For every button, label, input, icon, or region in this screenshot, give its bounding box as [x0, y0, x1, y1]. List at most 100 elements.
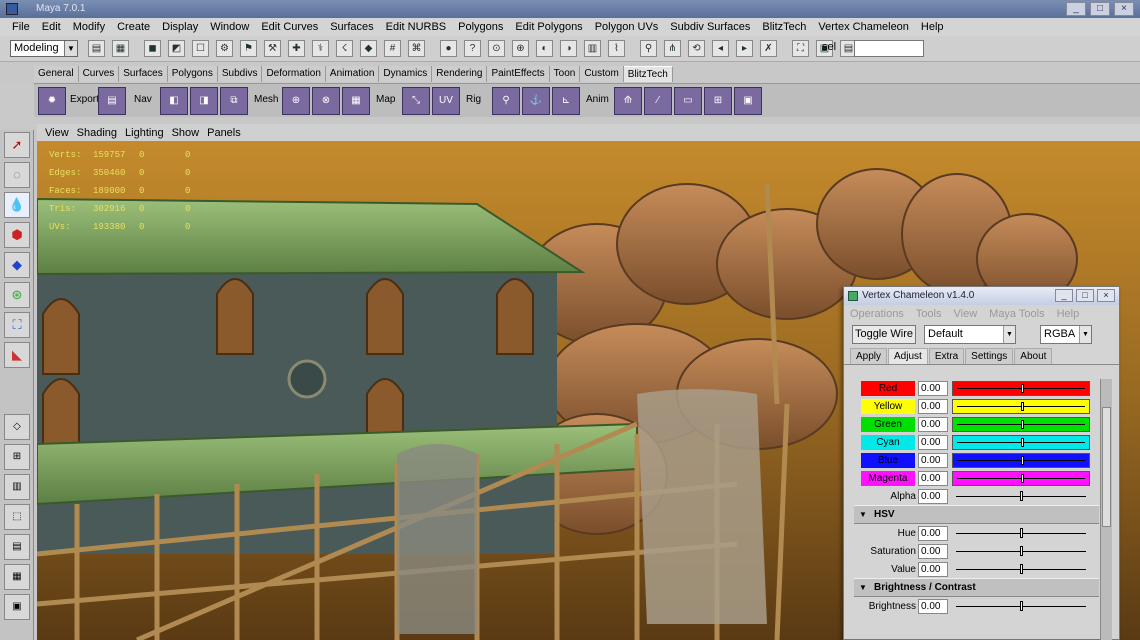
layout-hypershade-icon[interactable]: ▦ [4, 564, 30, 590]
status-tool-icon-12[interactable]: ◆ [360, 40, 377, 57]
slider-handle[interactable] [1021, 420, 1024, 429]
slider-track[interactable] [952, 544, 1090, 559]
slider-track[interactable] [952, 526, 1090, 541]
value-field[interactable]: 0.00 [918, 399, 948, 414]
menu-polygons[interactable]: Polygons [452, 21, 509, 33]
status-tool-icon-29[interactable]: ⛶ [792, 40, 809, 57]
toggle-wire-button[interactable]: Toggle Wire [852, 325, 916, 344]
status-tool-icon-1[interactable]: ▤ [88, 40, 105, 57]
menu-file[interactable]: File [6, 21, 36, 33]
anim-tool-icon-4[interactable]: ⊞ [704, 87, 732, 115]
shelf-tab-animation[interactable]: Animation [325, 66, 380, 82]
status-tool-icon-18[interactable]: ⊕ [512, 40, 529, 57]
rig-tool-icon-1[interactable]: ⚲ [492, 87, 520, 115]
selection-input[interactable] [854, 40, 924, 57]
vc-menu-operations[interactable]: Operations [850, 308, 916, 320]
slider-track[interactable] [952, 562, 1090, 577]
vc-scrollbar[interactable] [1100, 379, 1112, 640]
slider-handle[interactable] [1020, 564, 1023, 574]
value-field[interactable]: 0.00 [918, 471, 948, 486]
status-tool-icon-7[interactable]: ⚑ [240, 40, 257, 57]
mode-dropdown[interactable]: RGBA ▼ [1040, 325, 1092, 344]
menu-surfaces[interactable]: Surfaces [324, 21, 379, 33]
slider-handle[interactable] [1021, 402, 1024, 411]
anim-tool-icon-1[interactable]: ⟰ [614, 87, 642, 115]
slider-handle[interactable] [1021, 438, 1024, 447]
status-tool-icon-25[interactable]: ⟲ [688, 40, 705, 57]
status-tool-icon-23[interactable]: ⚲ [640, 40, 657, 57]
rig-tool-icon-2[interactable]: ⚓ [522, 87, 550, 115]
layout-single-icon[interactable]: ◇ [4, 414, 30, 440]
shelf-tab-painteffects[interactable]: PaintEffects [487, 66, 550, 82]
slider-handle[interactable] [1020, 491, 1023, 501]
nav-tool-icon-2[interactable]: ◨ [190, 87, 218, 115]
value-field[interactable]: 0.00 [918, 435, 948, 450]
settings-gear-icon[interactable]: ✹ [38, 87, 66, 115]
slider-track[interactable] [952, 417, 1090, 432]
menu-display[interactable]: Display [156, 21, 204, 33]
nav-tool-icon-3[interactable]: ⧉ [220, 87, 248, 115]
slider-handle[interactable] [1020, 601, 1023, 611]
vc-minimize-button[interactable]: _ [1055, 289, 1073, 302]
rig-tool-icon-3[interactable]: ⊾ [552, 87, 580, 115]
layout-graph-icon[interactable]: ▤ [4, 534, 30, 560]
vc-menu-tools[interactable]: Tools [916, 308, 954, 320]
shelf-tab-rendering[interactable]: Rendering [432, 66, 488, 82]
value-field[interactable]: 0.00 [918, 453, 948, 468]
viewport-menu-shading[interactable]: Shading [73, 127, 121, 139]
shelf-tab-blitztech[interactable]: BlitzTech [623, 66, 673, 82]
shelf-tab-polygons[interactable]: Polygons [167, 66, 218, 82]
vc-maximize-button[interactable]: □ [1076, 289, 1094, 302]
status-tool-icon-11[interactable]: ☇ [336, 40, 353, 57]
status-tool-icon-9[interactable]: ✚ [288, 40, 305, 57]
manipulator-tool-icon[interactable]: ⛶ [4, 312, 30, 338]
menu-edit-polygons[interactable]: Edit Polygons [509, 21, 588, 33]
layout-persp-outliner-icon[interactable]: ⬚ [4, 504, 30, 530]
value-field[interactable]: 0.00 [918, 381, 948, 396]
anim-tool-icon-5[interactable]: ▣ [734, 87, 762, 115]
lasso-tool-icon[interactable]: ◌ [4, 162, 30, 188]
vc-tab-settings[interactable]: Settings [965, 348, 1014, 364]
status-tool-icon-26[interactable]: ◂ [712, 40, 729, 57]
shelf-tab-custom[interactable]: Custom [580, 66, 624, 82]
close-button[interactable]: × [1114, 2, 1134, 16]
vc-tab-about[interactable]: About [1014, 348, 1053, 364]
status-tool-icon-16[interactable]: ? [464, 40, 481, 57]
vc-scroll-thumb[interactable] [1102, 407, 1111, 527]
status-tool-icon-4[interactable]: ◩ [168, 40, 185, 57]
slider-track[interactable] [952, 435, 1090, 450]
slider-handle[interactable] [1021, 456, 1024, 465]
value-field[interactable]: 0.00 [918, 544, 948, 559]
layout-four-icon[interactable]: ⊞ [4, 444, 30, 470]
maximize-button[interactable]: □ [1090, 2, 1110, 16]
status-tool-icon-8[interactable]: ⚒ [264, 40, 281, 57]
slider-handle[interactable] [1020, 528, 1023, 538]
menu-polygon-uvs[interactable]: Polygon UVs [589, 21, 665, 33]
vc-menu-help[interactable]: Help [1057, 308, 1092, 320]
status-tool-icon-13[interactable]: # [384, 40, 401, 57]
status-tool-icon-28[interactable]: ✗ [760, 40, 777, 57]
value-field[interactable]: 0.00 [918, 417, 948, 432]
shelf-tab-curves[interactable]: Curves [78, 66, 120, 82]
mesh-tool-icon-2[interactable]: ⊗ [312, 87, 340, 115]
move-tool-icon[interactable]: ⬢ [4, 222, 30, 248]
menu-create[interactable]: Create [111, 21, 156, 33]
mesh-tool-icon-3[interactable]: ▦ [342, 87, 370, 115]
slider-handle[interactable] [1020, 546, 1023, 556]
layout-custom-icon[interactable]: ▣ [4, 594, 30, 620]
slider-track[interactable] [952, 489, 1090, 504]
menu-blitztech[interactable]: BlitzTech [756, 21, 812, 33]
value-field[interactable]: 0.00 [918, 489, 948, 504]
value-field[interactable]: 0.00 [918, 599, 948, 614]
uv-tool-icon[interactable]: UV [432, 87, 460, 115]
scale-tool-icon[interactable]: ⊛ [4, 282, 30, 308]
status-tool-icon-6[interactable]: ⚙ [216, 40, 233, 57]
slider-track[interactable] [952, 471, 1090, 486]
slider-handle[interactable] [1021, 474, 1024, 483]
viewport-menu-panels[interactable]: Panels [203, 127, 245, 139]
rotate-tool-icon[interactable]: ◆ [4, 252, 30, 278]
status-tool-icon-20[interactable]: ◑ [560, 40, 577, 57]
menu-vertex-chameleon[interactable]: Vertex Chameleon [812, 21, 915, 33]
paint-tool-icon[interactable]: 💧 [4, 192, 30, 218]
brightness-contrast-header[interactable]: ▼ Brightness / Contrast [854, 578, 1099, 597]
